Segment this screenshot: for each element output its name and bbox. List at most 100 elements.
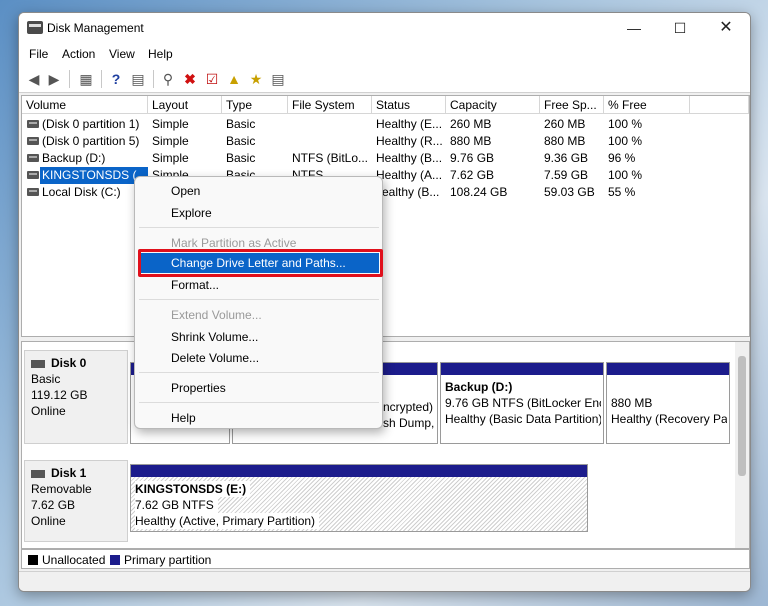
table-row[interactable]: Local Disk (C:) ealthy (B... 108.24 GB 5… [22,184,749,201]
disk-type: Removable [31,482,92,496]
unallocated-swatch [28,555,38,565]
partition-kingston-line2: Healthy (Active, Primary Partition) [135,513,320,529]
cell-type: Basic [226,117,256,131]
drive-icon [27,188,39,196]
disk-name: Disk 0 [51,356,87,370]
cell-volume: (Disk 0 partition 5) [42,134,140,148]
cell-free-space: 59.03 GB [544,185,595,199]
menu-item-format[interactable]: Format... [171,278,219,292]
menu-item-open[interactable]: Open [171,184,200,198]
partition-backup[interactable]: Backup (D:) 9.76 GB NTFS (BitLocker Encr… [440,362,604,444]
scrollbar-thumb[interactable] [738,356,746,476]
cell-volume: (Disk 0 partition 1) [42,117,140,131]
drive-icon [27,171,39,179]
menu-file[interactable]: File [29,47,48,61]
menu-separator [139,402,379,403]
legend-primary-partition: Primary partition [124,553,212,567]
menu-item-help[interactable]: Help [171,411,196,425]
status-bar [19,571,750,591]
cell-capacity: 880 MB [450,134,492,148]
column-header-filesystem[interactable]: File System [288,96,372,114]
connect-drive-icon[interactable]: ⚲ [159,70,177,88]
forward-arrow-icon[interactable]: ▶ [45,70,63,88]
primary-partition-bar [441,363,603,375]
menu-item-explore[interactable]: Explore [171,206,212,220]
cell-volume: Backup (D:) [42,151,106,165]
partition-kingston-title: KINGSTONSDS (E:) [135,481,251,497]
volume-list[interactable]: Volume Layout Type File System Status Ca… [21,95,750,337]
column-header-free-space[interactable]: Free Sp... [540,96,604,114]
menu-item-mark-active: Mark Partition as Active [171,236,297,250]
menu-action[interactable]: Action [62,47,95,61]
disk-type: Basic [31,372,61,386]
menu-bar: File Action View Help [19,43,750,65]
highlight-annotation-box [138,249,383,277]
upload-icon[interactable]: ▲ [225,70,243,88]
table-row[interactable]: (Disk 0 partition 5) Simple Basic Health… [22,133,749,150]
column-header-empty [690,96,749,114]
drive-icon [27,137,39,145]
toolbar-separator [69,70,70,88]
partition-recovery-line2: Healthy (Recovery Pa [611,412,727,426]
check-icon[interactable]: ☑ [203,70,221,88]
cell-layout: Simple [152,134,189,148]
toolbar-separator [101,70,102,88]
partition-c-line1: ncrypted) [383,400,434,414]
properties-icon[interactable]: ▤ [129,70,147,88]
window-title: Disk Management [47,21,144,35]
cell-percent-free: 100 % [608,117,643,131]
cell-status: Healthy (A... [376,168,443,182]
settings-panel-icon[interactable]: ▤ [269,70,287,88]
cell-free-space: 260 MB [544,117,586,131]
disk-name: Disk 1 [51,466,87,480]
column-header-status[interactable]: Status [372,96,446,114]
cell-capacity: 260 MB [450,117,492,131]
vertical-scrollbar[interactable] [735,342,749,548]
cell-volume: KINGSTONSDS (... [40,167,149,184]
title-bar[interactable]: Disk Management — ☐ ✕ [19,13,750,43]
table-row-selected[interactable]: KINGSTONSDS (... Simple Basic NTFS Healt… [22,167,749,184]
partition-backup-line1: 9.76 GB NTFS (BitLocker Encr [445,396,601,410]
menu-separator [139,299,379,300]
partition-recovery[interactable]: 880 MB Healthy (Recovery Pa [606,362,730,444]
search-folder-icon[interactable]: ★ [247,70,265,88]
cell-status: Healthy (R... [376,134,443,148]
legend-unallocated: Unallocated [42,553,106,567]
table-row[interactable]: (Disk 0 partition 1) Simple Basic Health… [22,116,749,133]
menu-separator [139,227,379,228]
close-button[interactable]: ✕ [706,17,746,39]
console-tree-icon[interactable]: ▦ [77,70,95,88]
partition-kingstonsds[interactable]: KINGSTONSDS (E:) 7.62 GB NTFS Healthy (A… [130,464,588,532]
menu-item-shrink-volume[interactable]: Shrink Volume... [171,330,258,344]
menu-item-properties[interactable]: Properties [171,381,226,395]
cell-type: Basic [226,134,256,148]
minimize-button[interactable]: — [614,17,654,39]
cell-percent-free: 100 % [608,134,643,148]
disk-1-label[interactable]: Disk 1 Removable 7.62 GB Online [24,460,128,542]
column-header-volume[interactable]: Volume [22,96,148,114]
menu-item-delete-volume[interactable]: Delete Volume... [171,351,259,365]
column-header-layout[interactable]: Layout [148,96,222,114]
menu-view[interactable]: View [109,47,135,61]
delete-icon[interactable]: ✖ [181,70,199,88]
column-header-type[interactable]: Type [222,96,288,114]
cell-volume: Local Disk (C:) [42,185,121,199]
disk-0-label[interactable]: Disk 0 Basic 119.12 GB Online [24,350,128,444]
table-row[interactable]: Backup (D:) Simple Basic NTFS (BitLo... … [22,150,749,167]
cell-capacity: 9.76 GB [450,151,495,165]
partition-kingston-line1: 7.62 GB NTFS [135,497,218,513]
column-header-percent-free[interactable]: % Free [604,96,690,114]
maximize-button[interactable]: ☐ [660,17,700,39]
disk-icon [31,469,45,478]
primary-partition-bar [607,363,729,375]
menu-help[interactable]: Help [148,47,173,61]
partition-backup-line2: Healthy (Basic Data Partition) [445,412,601,426]
cell-status: ealthy (B... [382,185,440,199]
back-arrow-icon[interactable]: ◀ [25,70,43,88]
column-header-capacity[interactable]: Capacity [446,96,540,114]
toolbar: ◀ ▶ ▦ ? ▤ ⚲ ✖ ☑ ▲ ★ ▤ [19,65,750,93]
help-icon[interactable]: ? [107,70,125,88]
menu-item-extend-volume: Extend Volume... [171,308,262,322]
cell-free-space: 9.36 GB [544,151,589,165]
drive-icon [27,154,39,162]
